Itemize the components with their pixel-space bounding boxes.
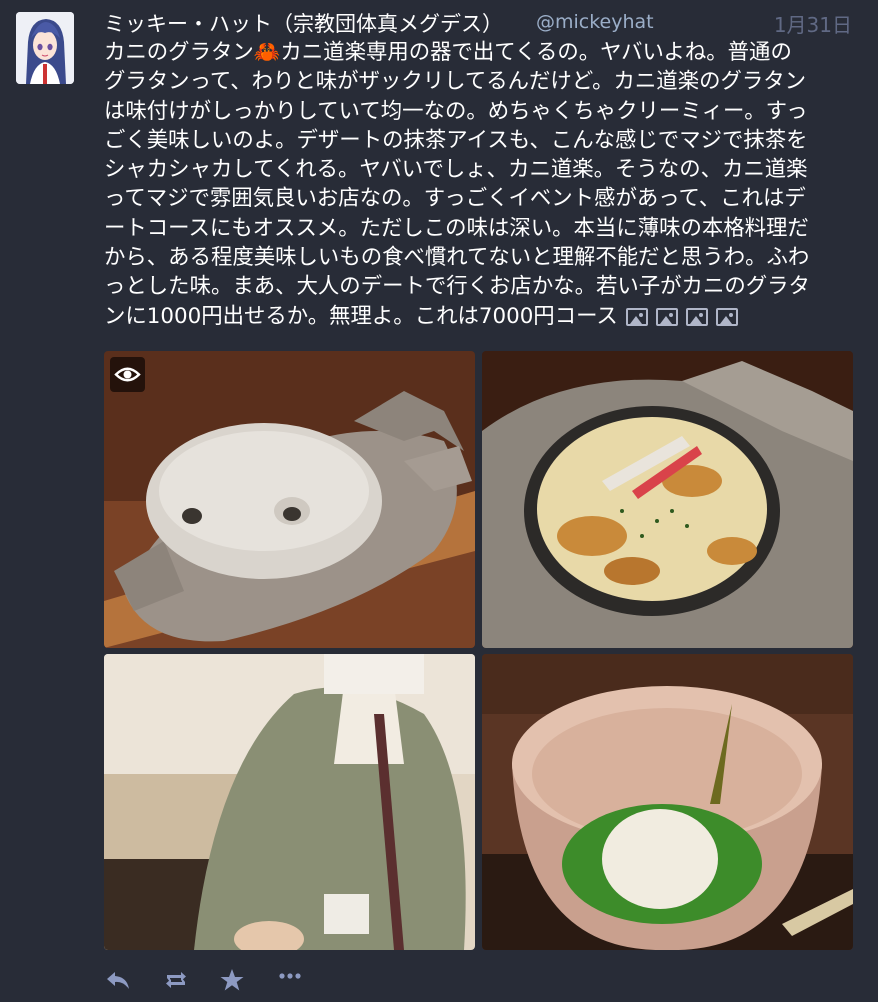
- media-server-kimono[interactable]: [104, 654, 475, 950]
- reply-button[interactable]: [104, 966, 132, 994]
- picture-icon[interactable]: [655, 307, 678, 326]
- status-action-bar: [104, 966, 324, 994]
- timestamp[interactable]: 1月31日: [774, 9, 852, 38]
- username[interactable]: @mickeyhat: [536, 11, 654, 33]
- content-line: ってマジで雰囲気良いお店なの。すっごくイベント感があって、これはデ: [104, 186, 806, 212]
- crab-emoji: 🦀: [253, 40, 281, 65]
- content-line: から、ある程度美味しいもの食べ慣れてないと理解不能だと思うわ。ふわ: [104, 245, 810, 271]
- display-name[interactable]: ミッキー・ハット（宗教団体真メグデス）: [104, 8, 503, 38]
- content-line: カニのグラタン🦀カニ道楽専用の器で出てくるの。ヤバいよね。普通の: [104, 40, 792, 65]
- more-icon: [279, 973, 301, 979]
- boost-button[interactable]: [162, 966, 190, 994]
- content-line: は味付けがしっかりしていて均一なの。めちゃくちゃクリーミィー。すっ: [104, 98, 808, 124]
- picture-icon[interactable]: [715, 307, 738, 326]
- favourite-button[interactable]: [218, 966, 246, 994]
- content-line: ンに1000円出せるか。無理よ。これは7000円コース: [104, 302, 856, 331]
- status-content: カニのグラタン🦀カニ道楽専用の器で出てくるの。ヤバいよね。普通の グラタンって、…: [104, 38, 856, 331]
- reply-icon: [107, 972, 129, 989]
- status-header: ミッキー・ハット（宗教団体真メグデス） @mickeyhat 1月31日: [104, 8, 852, 38]
- status: ミッキー・ハット（宗教団体真メグデス） @mickeyhat 1月31日 カニの…: [0, 0, 878, 1002]
- boost-icon: [166, 972, 186, 988]
- picture-icon[interactable]: [685, 307, 708, 326]
- content-line: ごく美味しいのよ。デザートの抹茶アイスも、こんな感じでマジで抹茶を: [104, 127, 808, 153]
- media-gallery: [104, 351, 853, 950]
- media-crab-gratin[interactable]: [482, 351, 853, 648]
- picture-icon[interactable]: [625, 307, 648, 326]
- media-crab-dish[interactable]: [104, 351, 475, 648]
- attachment-icons: [618, 305, 738, 334]
- content-line: っとした味。まあ、大人のデートで行くお店かな。若い子がカニのグラタ: [104, 274, 810, 300]
- content-line: グラタンって、わりと味がザックリしてるんだけど。カニ道楽のグラタン: [104, 69, 807, 95]
- hide-media-button[interactable]: [110, 357, 145, 392]
- content-line: ートコースにもオススメ。ただしこの味は深い。本当に薄味の本格料理だ: [104, 215, 809, 241]
- more-button[interactable]: [276, 966, 304, 994]
- media-matcha-ice-cream[interactable]: [482, 654, 853, 950]
- favourite-icon: [220, 969, 244, 991]
- avatar[interactable]: [16, 12, 74, 84]
- content-line: シャカシャカしてくれる。ヤバいでしょ、カニ道楽。そうなの、カニ道楽: [104, 157, 808, 183]
- eye-icon: [114, 367, 141, 382]
